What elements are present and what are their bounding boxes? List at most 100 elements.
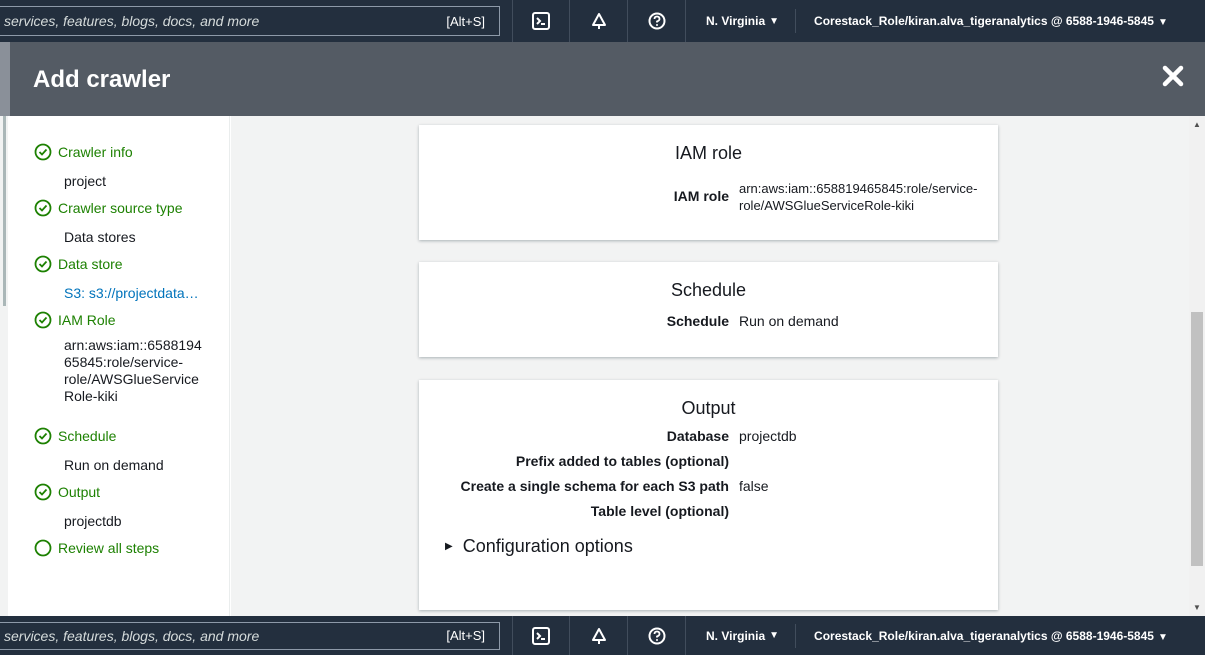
step-iam-role[interactable]: IAM Role arn:aws:iam::6588194 65845:role… [34, 311, 202, 405]
bell-icon [591, 627, 606, 644]
bottom-navigation-bar: [Alt+S] N. Virginia▼ Corestack_Role/kira… [0, 616, 1205, 655]
step-value-line: arn:aws:iam::6588194 [64, 337, 202, 353]
scrollbar-thumb[interactable] [1191, 312, 1203, 566]
schedule-card: Schedule Schedule Run on demand [419, 262, 998, 357]
close-icon[interactable] [1161, 64, 1185, 88]
scroll-down-icon[interactable]: ▼ [1193, 603, 1201, 612]
review-content: IAM role IAM role arn:aws:iam::658819465… [231, 116, 1189, 616]
region-selector[interactable]: N. Virginia ▼ [686, 9, 797, 33]
account-menu[interactable]: Corestack_Role/kiran.alva_tigeranalytics… [796, 629, 1168, 643]
notifications-button[interactable] [570, 616, 628, 655]
wizard-steps-sidebar: Crawler info project Crawler source type… [0, 116, 230, 616]
output-row-single-schema: Create a single schema for each S3 path … [419, 478, 998, 503]
iam-role-card: IAM role IAM role arn:aws:iam::658819465… [419, 125, 998, 240]
region-label: N. Virginia [706, 14, 766, 28]
field-key: Schedule [666, 313, 729, 329]
search-input[interactable] [0, 13, 400, 29]
step-label: Crawler source type [58, 200, 183, 216]
step-label: Crawler info [58, 144, 133, 160]
step-schedule[interactable]: Schedule Run on demand [34, 427, 164, 474]
region-label: N. Virginia [706, 628, 766, 643]
modal-title: Add crawler [33, 66, 171, 93]
search-shortcut-hint: [Alt+S] [446, 628, 485, 643]
iam-role-row: IAM role arn:aws:iam::658819465845:role/… [419, 180, 998, 214]
output-row-table-level: Table level (optional) [419, 503, 998, 528]
step-review-all[interactable]: Review all steps [34, 539, 159, 557]
cloudshell-icon [532, 12, 550, 30]
field-value [739, 453, 989, 478]
empty-circle-icon [34, 539, 52, 557]
check-circle-icon [34, 427, 52, 445]
help-button[interactable] [628, 0, 686, 42]
configuration-options-toggle[interactable]: ▶ Configuration options [445, 536, 633, 557]
account-label: Corestack_Role/kiran.alva_tigeranalytics… [814, 14, 1154, 28]
step-value-line: 65845:role/service- [64, 354, 184, 370]
step-data-store[interactable]: Data store S3: s3://projectdata… [34, 255, 199, 302]
cloudshell-button[interactable] [512, 0, 570, 42]
cloudshell-button[interactable] [512, 616, 570, 655]
step-value-line: role/AWSGlueService [64, 371, 199, 387]
step-label: Schedule [58, 428, 117, 444]
caret-right-icon: ▶ [445, 541, 453, 552]
step-label: Data store [58, 256, 123, 272]
help-icon [648, 627, 665, 644]
field-value [739, 503, 989, 528]
check-circle-icon [34, 311, 52, 329]
step-value: Data stores [64, 229, 136, 245]
step-value: Run on demand [64, 457, 164, 473]
step-label: Review all steps [58, 540, 160, 556]
help-button[interactable] [628, 616, 686, 655]
field-value: projectdb [739, 428, 797, 444]
top-navigation-bar: [Alt+S] N. Virginia▼ Corestack_Role/kira… [0, 0, 1205, 42]
region-selector[interactable]: N. Virginia ▼ [686, 623, 797, 648]
field-value: arn:aws:iam::658819465845:role/service- … [739, 180, 989, 214]
bell-icon [591, 13, 606, 29]
scroll-up-icon[interactable]: ▲ [1193, 120, 1201, 129]
data-store-link[interactable]: S3: s3://projectdata… [64, 285, 199, 302]
field-key: Create a single schema for each S3 path [460, 478, 729, 494]
field-key: Table level (optional) [590, 503, 729, 519]
field-key: IAM role [673, 188, 729, 204]
caret-down-icon: ▼ [1157, 631, 1168, 643]
step-crawler-source-type[interactable]: Crawler source type Data stores [34, 199, 183, 246]
check-circle-icon [34, 483, 52, 501]
search-box[interactable]: [Alt+S] [0, 621, 500, 650]
output-row-database: Database projectdb [419, 428, 998, 453]
help-icon [648, 12, 665, 30]
step-output[interactable]: Output projectdb [34, 483, 122, 530]
output-row-prefix: Prefix added to tables (optional) [419, 453, 998, 478]
header-edge [0, 42, 10, 116]
step-label: Output [58, 484, 101, 500]
card-title: Schedule [670, 280, 747, 300]
field-value-line: role/AWSGlueServiceRole-kiki [739, 198, 915, 213]
sidebar-scrollbar-thumb[interactable] [3, 116, 6, 306]
step-crawler-info[interactable]: Crawler info project [34, 143, 133, 190]
step-value: projectdb [64, 513, 122, 529]
search-shortcut-hint: [Alt+S] [446, 13, 485, 29]
field-value: Run on demand [739, 313, 839, 329]
step-label: IAM Role [58, 312, 116, 328]
card-title: IAM role [674, 143, 743, 163]
caret-down-icon: ▼ [1157, 17, 1168, 28]
caret-down-icon: ▼ [769, 15, 780, 27]
account-label: Corestack_Role/kiran.alva_tigeranalytics… [814, 628, 1154, 643]
step-value-line: Role-kiki [64, 388, 118, 404]
caret-down-icon: ▼ [769, 630, 780, 641]
configuration-options-label: Configuration options [462, 536, 633, 556]
step-value: project [64, 173, 107, 189]
field-key: Prefix added to tables (optional) [515, 453, 729, 469]
check-circle-icon [34, 255, 52, 273]
search-input[interactable] [0, 627, 400, 644]
account-menu[interactable]: Corestack_Role/kiran.alva_tigeranalytics… [796, 14, 1168, 28]
notifications-button[interactable] [570, 0, 628, 42]
step-value: arn:aws:iam::6588194 65845:role/service-… [64, 337, 202, 405]
search-box[interactable]: [Alt+S] [0, 6, 500, 36]
field-key: Database [666, 428, 729, 444]
schedule-row: Schedule Run on demand [419, 313, 998, 330]
modal-header: Add crawler [0, 42, 1205, 116]
field-value: false [739, 478, 769, 494]
content-scrollbar[interactable]: ▲ ▼ [1189, 116, 1205, 616]
sidebar-scrollbar[interactable] [0, 116, 8, 616]
field-value-line: arn:aws:iam::658819465845:role/service- [739, 181, 978, 196]
check-circle-icon [34, 199, 52, 217]
